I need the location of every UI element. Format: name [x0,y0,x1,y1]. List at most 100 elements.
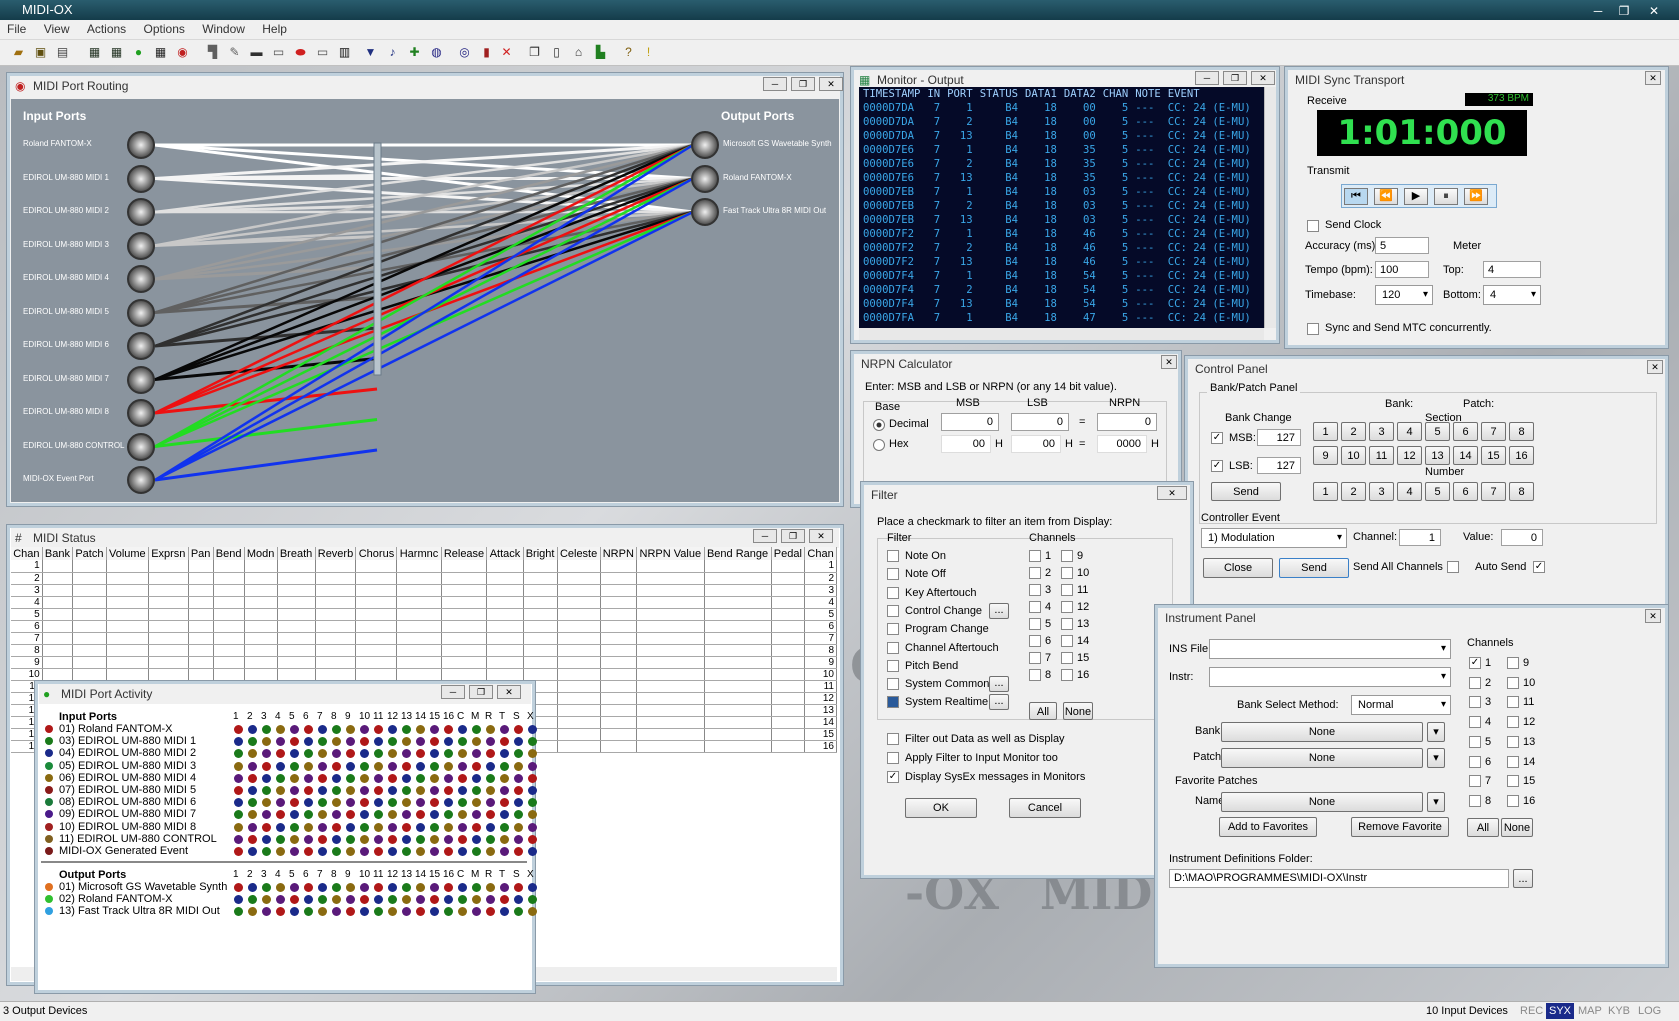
filter-channel-checkbox[interactable] [1029,635,1041,647]
vertical-scrollbar[interactable] [1264,87,1276,328]
add-favorite-button[interactable]: Add to Favorites [1219,817,1317,837]
close-button[interactable]: ✕ [1161,355,1177,369]
instrument-channel-checkbox[interactable] [1469,794,1481,807]
channels-none-button[interactable]: None [1501,818,1533,837]
filter-channel-checkbox[interactable] [1061,652,1073,664]
input-port-jack[interactable] [127,265,155,293]
section-button[interactable]: 8 [1509,422,1534,441]
filter-channel-checkbox[interactable] [1061,669,1073,681]
bank-method-dropdown[interactable]: Normal [1351,695,1451,715]
menu-options[interactable]: Options [137,20,192,38]
section-button[interactable]: 11 [1369,446,1394,465]
print-icon[interactable]: ▤ [54,44,71,61]
filter-item-checkbox[interactable] [887,586,899,599]
number-button[interactable]: 1 [1313,482,1338,501]
minimize-button[interactable]: ─ [1195,71,1219,85]
section-button[interactable]: 14 [1453,446,1478,465]
send-clock-checkbox[interactable] [1307,220,1319,232]
minimize-button[interactable]: ─ [1586,1,1610,18]
number-button[interactable]: 2 [1341,482,1366,501]
instrument-channel-checkbox[interactable] [1507,735,1519,748]
sysex-icon[interactable]: ▭ [270,44,287,61]
lsb-hex-field[interactable]: 00 [1011,435,1061,453]
filter-icon[interactable]: ▼ [362,44,379,61]
output-port-jack[interactable] [691,198,719,226]
hex-radio[interactable] [873,439,885,451]
menu-window[interactable]: Window [195,20,252,38]
monitor-row[interactable]: 0000D7EB 7 13 B4 18 03 5 --- CC: 24 (E-MU) [863,213,1258,227]
input-port-jack[interactable] [127,432,155,461]
number-button[interactable]: 6 [1453,482,1478,501]
stop-icon[interactable]: ✕ [498,44,515,61]
rewind-start-icon[interactable]: ⏮ [1344,188,1368,205]
send-controller-button[interactable]: Send [1279,558,1349,578]
close-button[interactable]: ✕ [1251,71,1275,85]
chevron-down-icon[interactable]: ▾ [1427,792,1445,812]
number-button[interactable]: 8 [1509,482,1534,501]
instrument-channel-checkbox[interactable] [1507,794,1519,807]
sync-icon[interactable]: ✚ [406,44,423,61]
maximize-button[interactable]: ❐ [791,77,815,91]
monitor-row[interactable]: 0000D7F2 7 13 B4 18 46 5 --- CC: 24 (E-MU) [863,255,1258,269]
open-icon[interactable]: ▰ [10,44,27,61]
filter-channel-checkbox[interactable] [1029,601,1041,613]
filter-options-button[interactable]: ... [989,602,1009,619]
section-button[interactable]: 4 [1397,422,1422,441]
instrument-channel-checkbox[interactable]: ✓ [1469,657,1481,669]
lsb-decimal-field[interactable]: 0 [1011,413,1069,431]
section-button[interactable]: 12 [1397,446,1422,465]
menu-help[interactable]: Help [255,20,294,38]
fast-forward-icon[interactable]: ⏩ [1464,188,1488,205]
monitor-row[interactable]: 0000D7E6 7 13 B4 18 35 5 --- CC: 24 (E-MU) [863,171,1258,185]
output-port-jack[interactable] [691,131,719,159]
controller-icon[interactable]: ⬬ [292,44,309,61]
chevron-down-icon[interactable]: ▾ [1427,748,1445,768]
mapping-icon[interactable]: ▜ [204,44,221,61]
bank-select[interactable]: None [1221,722,1423,742]
rewind-icon[interactable]: ⏪ [1374,188,1398,205]
mtc-checkbox[interactable] [1307,323,1319,335]
input-port-jack[interactable] [127,231,155,260]
channel-spinner[interactable]: 1 [1399,529,1441,546]
lsb-spinner[interactable]: 127 [1257,457,1301,474]
meter-top-spinner[interactable]: 4 [1483,261,1541,278]
close-button[interactable]: ✕ [1647,360,1663,374]
section-button[interactable]: 3 [1369,422,1394,441]
maximize-button[interactable]: ❐ [781,529,805,543]
instrument-channel-checkbox[interactable] [1507,696,1519,709]
channels-all-button[interactable]: All [1467,818,1499,837]
filter-channel-checkbox[interactable] [1061,567,1073,579]
note-icon[interactable]: ♪ [384,44,401,61]
output-ports-icon[interactable]: ▦ [108,44,125,61]
input-port-jack[interactable] [127,298,155,327]
filter-item-checkbox[interactable] [887,678,899,691]
send-all-checkbox[interactable] [1447,561,1459,573]
nrpn-hex-field[interactable]: 0000 [1097,435,1147,453]
minimize-button[interactable]: ─ [441,685,465,699]
filter-item-checkbox[interactable] [887,550,899,562]
filter-channel-checkbox[interactable] [1029,652,1041,664]
filter-channel-checkbox[interactable] [1061,635,1073,647]
filter-channel-checkbox[interactable] [1029,567,1041,579]
minimize-button[interactable]: ─ [763,77,787,91]
script-icon[interactable]: ◎ [456,44,473,61]
status-grid-icon[interactable]: ▦ [152,44,169,61]
number-button[interactable]: 7 [1481,482,1506,501]
input-port-jack[interactable] [127,131,155,159]
close-button[interactable]: ✕ [1645,71,1661,85]
log-indicator[interactable]: LOG [1638,1005,1661,1017]
filter-channel-checkbox[interactable] [1061,618,1073,630]
globe-icon[interactable]: ◍ [428,44,445,61]
panic-icon[interactable]: ⌂ [570,44,587,61]
section-button[interactable]: 1 [1313,422,1338,441]
input-port-jack[interactable] [127,164,155,193]
favorite-name-select[interactable]: None [1221,792,1423,812]
instrument-channel-checkbox[interactable] [1507,676,1519,689]
close-button[interactable]: ✕ [1157,486,1187,500]
msb-checkbox[interactable]: ✓ [1211,432,1223,444]
filter-channel-checkbox[interactable] [1061,601,1073,613]
filter-item-checkbox[interactable] [887,696,899,709]
instrument-channel-checkbox[interactable] [1469,676,1481,689]
section-button[interactable]: 2 [1341,422,1366,441]
remove-favorite-button[interactable]: Remove Favorite [1351,817,1449,837]
